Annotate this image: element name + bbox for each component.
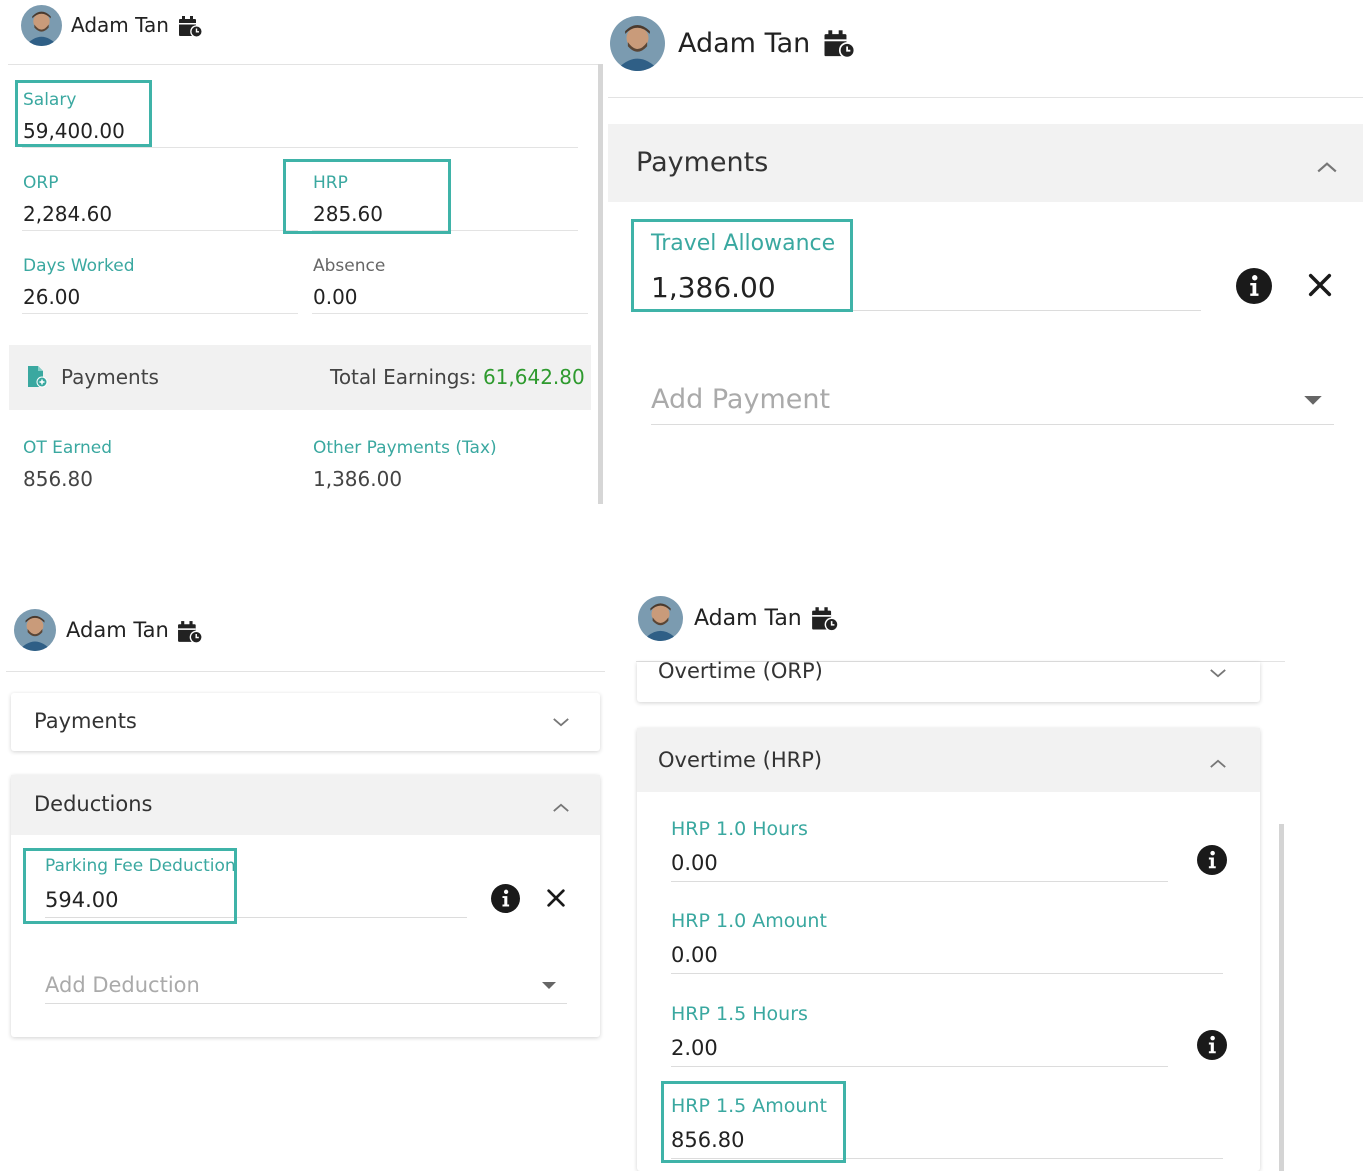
other-payments-label: Other Payments (Tax) <box>313 438 497 458</box>
days-worked-value[interactable]: 26.00 <box>23 285 80 309</box>
chevron-up-icon[interactable] <box>1209 758 1227 769</box>
payments-bar-label: Payments <box>61 365 159 389</box>
hrp15-hours-label: HRP 1.5 Hours <box>671 1003 808 1025</box>
calendar-clock-icon[interactable] <box>823 29 857 60</box>
calendar-clock-icon[interactable] <box>178 15 204 39</box>
scrollbar[interactable] <box>1279 824 1284 1171</box>
absence-value[interactable]: 0.00 <box>313 285 358 309</box>
total-earnings: Total Earnings: 61,642.80 <box>330 365 585 389</box>
deductions-title: Deductions <box>34 792 153 816</box>
avatar <box>14 609 56 651</box>
total-earnings-value: 61,642.80 <box>482 365 585 389</box>
orp-label: ORP <box>23 173 59 193</box>
avatar <box>21 5 62 46</box>
calendar-clock-icon[interactable] <box>177 620 204 645</box>
info-icon[interactable] <box>1197 845 1227 875</box>
avatar <box>638 596 683 641</box>
close-icon[interactable] <box>1306 271 1334 299</box>
hrp10-hours-label: HRP 1.0 Hours <box>671 818 808 840</box>
hrp-highlight <box>283 159 451 234</box>
payments-card-title: Payments <box>34 709 137 733</box>
salary-highlight <box>15 80 152 147</box>
overtime-hrp-title: Overtime (HRP) <box>658 748 823 772</box>
employee-name: Adam Tan <box>694 606 802 631</box>
file-add-icon <box>25 365 49 389</box>
travel-allowance-highlight <box>631 219 853 312</box>
total-earnings-label: Total Earnings: <box>330 365 477 389</box>
hrp15-hours-value[interactable]: 2.00 <box>671 1036 718 1060</box>
add-deduction-select[interactable]: Add Deduction <box>45 973 200 997</box>
employee-name: Adam Tan <box>71 13 169 37</box>
overtime-orp-title: Overtime (ORP) <box>658 659 823 683</box>
ot-earned-label: OT Earned <box>23 438 113 458</box>
hrp10-amount-value[interactable]: 0.00 <box>671 943 718 967</box>
hrp10-amount-label: HRP 1.0 Amount <box>671 910 827 932</box>
chevron-down-icon[interactable] <box>552 717 570 728</box>
caret-down-icon[interactable] <box>1304 396 1322 406</box>
info-icon[interactable] <box>1197 1030 1227 1060</box>
other-payments-value: 1,386.00 <box>313 467 403 491</box>
info-icon[interactable] <box>491 884 520 913</box>
chevron-down-icon[interactable] <box>1209 668 1227 679</box>
absence-label: Absence <box>313 256 386 276</box>
chevron-up-icon[interactable] <box>552 802 570 813</box>
hrp15-amount-highlight <box>661 1081 846 1163</box>
days-worked-label: Days Worked <box>23 256 135 276</box>
payments-section-title: Payments <box>636 147 769 178</box>
employee-name: Adam Tan <box>678 28 811 59</box>
hrp10-hours-value[interactable]: 0.00 <box>671 851 718 875</box>
employee-name: Adam Tan <box>66 618 169 642</box>
orp-value[interactable]: 2,284.60 <box>23 202 112 226</box>
info-icon[interactable] <box>1236 268 1272 304</box>
add-payment-select[interactable]: Add Payment <box>651 384 830 415</box>
close-icon[interactable] <box>545 887 567 909</box>
chevron-up-icon[interactable] <box>1316 160 1338 174</box>
calendar-clock-icon[interactable] <box>811 606 840 633</box>
parking-fee-highlight <box>23 848 237 924</box>
caret-down-icon[interactable] <box>542 982 556 990</box>
ot-earned-value: 856.80 <box>23 467 93 491</box>
avatar <box>610 16 665 71</box>
